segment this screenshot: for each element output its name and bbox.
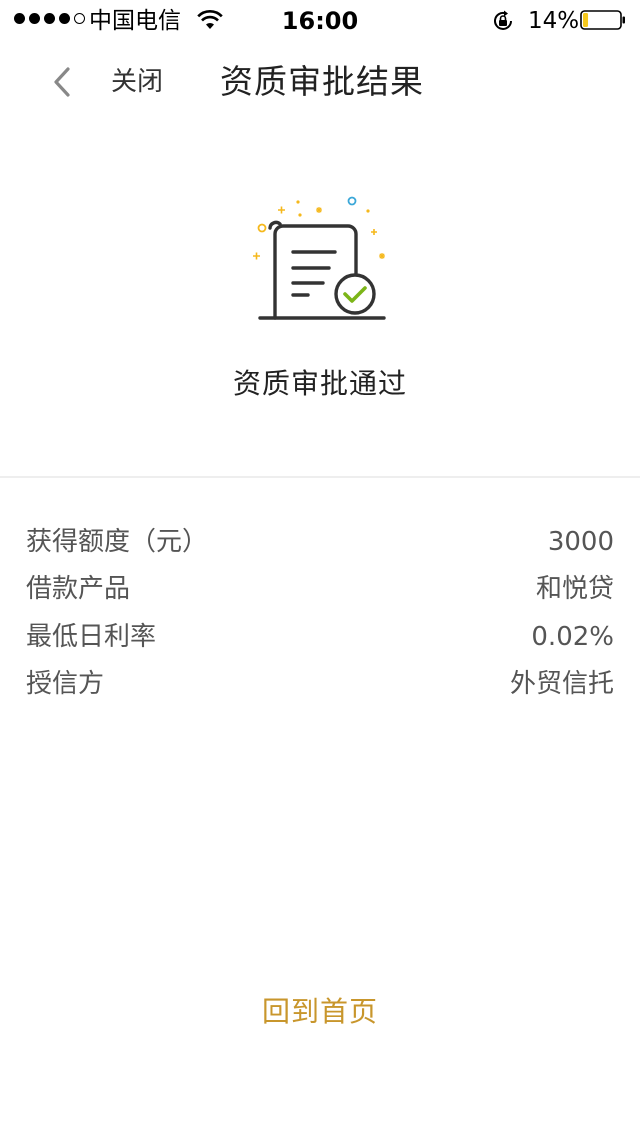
divider [0, 476, 640, 478]
battery-percent: 14% [528, 8, 580, 34]
detail-row-daily-rate: 最低日利率 0.02% [26, 613, 614, 661]
detail-label: 借款产品 [26, 574, 131, 605]
chevron-left-icon [54, 67, 70, 97]
detail-value: 和悦贷 [535, 574, 614, 605]
rotation-lock-icon [494, 10, 512, 30]
detail-row-loan-product: 借款产品 和悦贷 [26, 566, 614, 614]
close-label: 关闭 [111, 67, 164, 97]
result-title: 资质审批通过 [232, 367, 407, 400]
detail-row-lender: 授信方 外贸信托 [26, 661, 614, 709]
back-to-home-button[interactable]: 回到首页 [220, 988, 420, 1036]
detail-row-credit-limit: 获得额度（元） 3000 [26, 518, 614, 566]
battery-icon [580, 10, 625, 30]
approval-details: 获得额度（元） 3000 借款产品 和悦贷 最低日利率 0.02% 授信方 外贸… [26, 518, 614, 708]
battery-level-fill [583, 13, 589, 27]
page-title: 资质审批结果 [220, 62, 424, 101]
close-button[interactable]: 关闭 [44, 58, 174, 106]
detail-value: 3000 [547, 526, 614, 557]
approved-document-icon [253, 196, 386, 320]
detail-label: 最低日利率 [26, 621, 157, 652]
status-bar: 中国电信 16:00 14% [0, 0, 640, 40]
detail-value: 外贸信托 [509, 669, 614, 700]
detail-label: 获得额度（元） [26, 526, 209, 557]
detail-value: 0.02% [531, 621, 614, 652]
detail-label: 授信方 [26, 669, 105, 700]
